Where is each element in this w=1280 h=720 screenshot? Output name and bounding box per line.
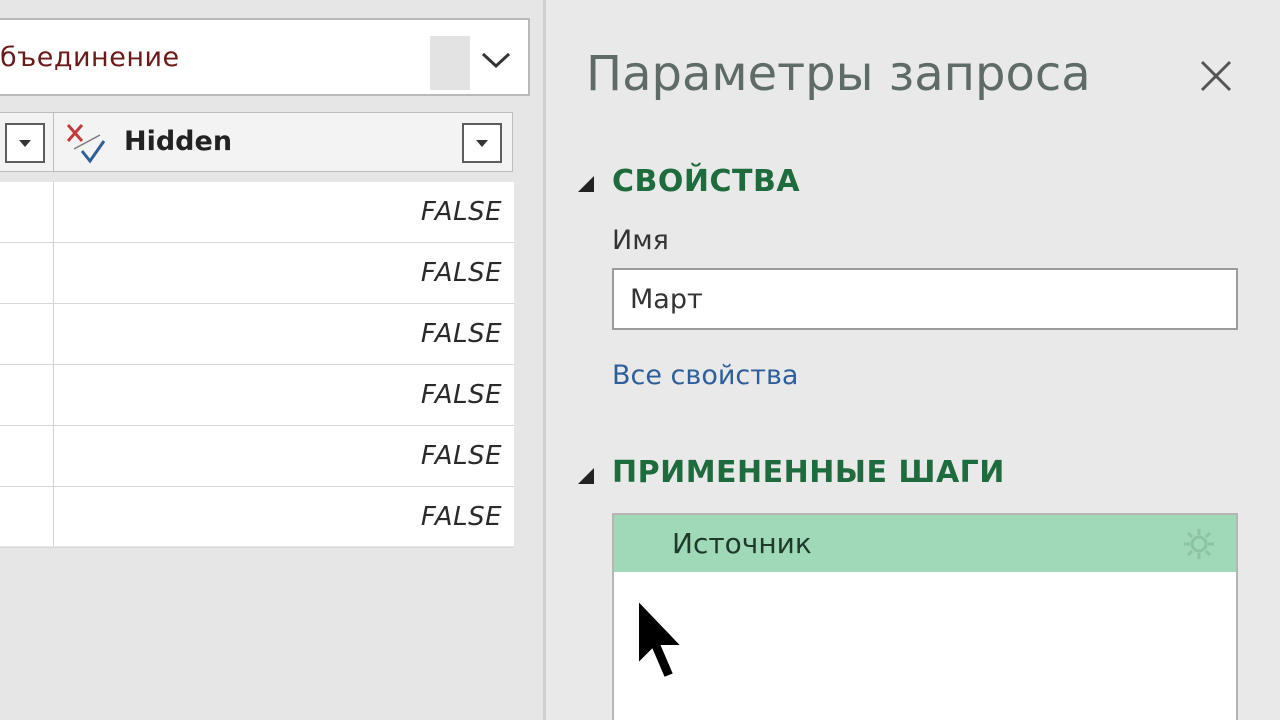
step-item-source[interactable]: Источник xyxy=(614,515,1236,572)
cell-hidden[interactable]: FALSE xyxy=(421,319,502,349)
name-label: Имя xyxy=(612,225,669,256)
table-row[interactable]: FALSE xyxy=(0,487,514,548)
collapse-triangle-icon[interactable] xyxy=(572,172,596,196)
table-row[interactable]: FALSE xyxy=(0,304,514,365)
table-row[interactable]: FALSE xyxy=(0,243,514,304)
all-properties-link[interactable]: Все свойства xyxy=(612,360,798,391)
mouse-cursor-icon xyxy=(637,598,685,680)
column-title-hidden: Hidden xyxy=(124,126,233,157)
dropdown-arrow-icon[interactable] xyxy=(5,123,45,163)
name-field[interactable] xyxy=(612,268,1238,330)
step-label: Источник xyxy=(672,527,812,560)
table-row[interactable]: FALSE xyxy=(0,365,514,426)
section-title-applied-steps: ПРИМЕНЕННЫЕ ШАГИ xyxy=(612,455,1005,490)
column-header-previous[interactable] xyxy=(0,112,54,172)
cell-hidden[interactable]: FALSE xyxy=(421,197,502,227)
close-icon[interactable] xyxy=(1194,54,1238,98)
cell-hidden[interactable]: FALSE xyxy=(421,380,502,410)
dropdown-arrow-icon[interactable] xyxy=(462,123,502,163)
table-row[interactable]: FALSE xyxy=(0,426,514,487)
collapse-triangle-icon[interactable] xyxy=(572,464,596,488)
column-header-hidden[interactable]: Hidden xyxy=(53,112,513,172)
pane-title: Параметры запроса xyxy=(586,46,1091,102)
applied-steps-list: Источник xyxy=(612,513,1238,720)
table-row[interactable]: FALSE xyxy=(0,182,514,243)
formula-bar-scrollbar[interactable] xyxy=(430,36,470,90)
cell-hidden[interactable]: FALSE xyxy=(421,258,502,288)
cell-hidden[interactable]: FALSE xyxy=(421,441,502,471)
data-preview-area: бъединение Hidden FALSE FALSE FALSE FALS… xyxy=(0,0,544,720)
cell-hidden[interactable]: FALSE xyxy=(421,502,502,532)
formula-text[interactable]: бъединение xyxy=(0,42,180,73)
power-query-editor: бъединение Hidden FALSE FALSE FALSE FALS… xyxy=(0,0,1280,720)
any-type-icon[interactable] xyxy=(64,121,108,165)
section-title-properties: СВОЙСТВА xyxy=(612,164,801,199)
data-grid: FALSE FALSE FALSE FALSE FALSE FALSE xyxy=(0,182,514,548)
formula-bar[interactable]: бъединение xyxy=(0,18,530,96)
gear-icon[interactable] xyxy=(1182,527,1216,561)
chevron-down-icon[interactable] xyxy=(476,40,516,80)
